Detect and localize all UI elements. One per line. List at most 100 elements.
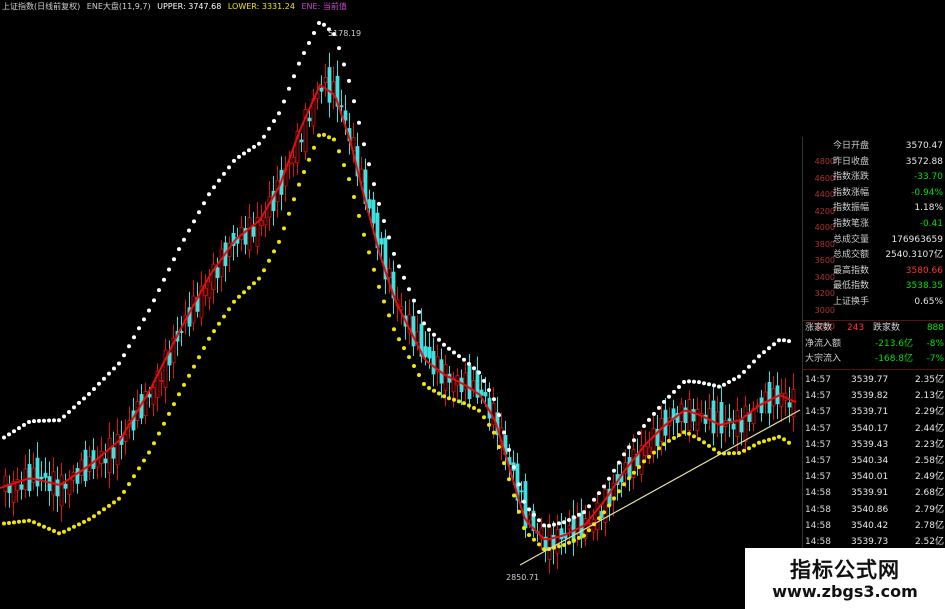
upper-band-dot bbox=[282, 99, 286, 104]
upper-band-dot bbox=[432, 332, 436, 337]
lower-band-dot bbox=[197, 355, 201, 360]
candle-body bbox=[35, 457, 40, 487]
quote-row: 指数涨跌 -33.70 bbox=[803, 170, 943, 185]
upper-band-dot bbox=[427, 327, 431, 332]
tick-time: 14:57 bbox=[805, 456, 831, 466]
up-count-value: 243 bbox=[847, 323, 865, 333]
lower-band-dot bbox=[107, 503, 111, 508]
lower-band-dot bbox=[97, 510, 101, 515]
upper-band-dot bbox=[212, 185, 216, 190]
upper-band-dot bbox=[592, 497, 596, 502]
upper-band-dot bbox=[2, 435, 6, 440]
upper-band-dot bbox=[572, 515, 576, 520]
lower-band-dot bbox=[417, 373, 421, 377]
candle-body bbox=[111, 447, 116, 459]
upper-band-dot bbox=[407, 287, 411, 292]
lower-band-dot bbox=[187, 373, 191, 378]
candle-body bbox=[519, 490, 524, 493]
up-count-label: 涨家数 bbox=[805, 323, 833, 333]
candle-body bbox=[431, 350, 436, 375]
upper-band-dot bbox=[627, 445, 631, 450]
upper-band-dot bbox=[472, 366, 476, 371]
candle-body bbox=[151, 387, 156, 405]
upper-band-dot bbox=[167, 267, 171, 272]
upper-band-dot bbox=[102, 376, 106, 381]
upper-band-dot bbox=[67, 410, 71, 414]
lower-band-dot bbox=[452, 397, 456, 402]
lower-band-dot bbox=[677, 433, 681, 438]
upper-band-dot bbox=[12, 429, 16, 434]
tick-time: 14:57 bbox=[805, 407, 831, 418]
lower-band-dot bbox=[282, 226, 286, 231]
candle-body bbox=[527, 514, 532, 521]
upper-band-dot bbox=[707, 382, 711, 387]
tick-time: 14:57 bbox=[805, 423, 831, 434]
lower-band-dot bbox=[602, 510, 606, 515]
lower-band-dot bbox=[177, 392, 181, 397]
quote-row: 今日开盘 3570.47 bbox=[803, 139, 943, 154]
lower-band-dot bbox=[762, 439, 766, 444]
lower-band-dot bbox=[757, 440, 761, 445]
tick-vol: 2.49亿 bbox=[914, 472, 944, 483]
upper-band-dot bbox=[622, 452, 626, 457]
lower-band-dot bbox=[217, 321, 221, 326]
candle-body bbox=[203, 287, 208, 296]
lower-band-dot bbox=[582, 533, 586, 538]
tick-vol: 2.23亿 bbox=[914, 439, 944, 450]
upper-band-dot bbox=[177, 247, 181, 252]
lower-band-dot bbox=[727, 451, 731, 456]
upper-band-dot bbox=[607, 476, 611, 481]
upper-band-dot bbox=[272, 119, 276, 123]
quote-row: 昨日收盘 3572.88 bbox=[803, 155, 943, 170]
upper-band-dot bbox=[117, 361, 121, 366]
upper-band-dot bbox=[37, 418, 41, 423]
candle-body bbox=[467, 365, 472, 400]
lower-band-dot bbox=[242, 290, 246, 295]
candle-body bbox=[27, 463, 32, 492]
upper-band-dot bbox=[507, 447, 511, 452]
upper-band-dot bbox=[32, 419, 36, 424]
upper-band-dot bbox=[662, 399, 666, 404]
lower-band-dot bbox=[632, 470, 636, 475]
tick-row: 14:57 3539.43 2.23亿 bbox=[803, 438, 945, 453]
lower-band-dot bbox=[497, 445, 501, 449]
upper-band-dot bbox=[57, 418, 61, 423]
candle-body bbox=[787, 402, 792, 408]
lower-band-dot bbox=[112, 500, 116, 505]
flow-value: -168.8亿 bbox=[875, 354, 914, 364]
upper-band-dot bbox=[667, 394, 671, 399]
upper-band-dot bbox=[307, 41, 311, 45]
lower-band-dot bbox=[402, 346, 406, 351]
upper-band-dot bbox=[532, 512, 536, 517]
kline-chart[interactable]: 5178.19 2850.71 bbox=[0, 0, 802, 609]
upper-band-dot bbox=[632, 438, 636, 443]
indicator-name[interactable]: ENE大盘(11,9,7) bbox=[87, 2, 151, 11]
upper-band-dot bbox=[372, 182, 376, 187]
lower-band-dot bbox=[437, 391, 441, 396]
candle-body bbox=[215, 267, 220, 279]
candle-body bbox=[471, 379, 476, 390]
lower-value: LOWER: 3331.24 bbox=[227, 2, 295, 11]
upper-band-dot bbox=[152, 298, 156, 303]
quote-row: 上证换手 0.65% bbox=[803, 295, 943, 310]
candle-body bbox=[219, 248, 224, 277]
upper-band-dot bbox=[492, 397, 496, 402]
advance-decline-row: 涨家数 243 跌家数 888 bbox=[803, 321, 945, 336]
quote-value: 1.18% bbox=[914, 203, 943, 214]
upper-band-dot bbox=[482, 378, 486, 383]
lower-band-dot bbox=[307, 157, 311, 162]
lower-band-dot bbox=[627, 476, 631, 481]
upper-band-dot bbox=[312, 31, 316, 35]
flow-label: 大宗流入 bbox=[805, 354, 842, 364]
lower-band-dot bbox=[382, 299, 386, 304]
lower-band-dot bbox=[712, 447, 716, 452]
upper-band-dot bbox=[502, 430, 506, 435]
candle-body bbox=[427, 346, 432, 359]
candle-body bbox=[559, 528, 564, 540]
lower-band-dot bbox=[467, 403, 471, 408]
candle-body bbox=[107, 437, 112, 474]
upper-band-dot bbox=[682, 380, 686, 384]
upper-band-dot bbox=[197, 210, 201, 215]
lower-band-dot bbox=[737, 451, 741, 455]
tick-time: 14:57 bbox=[805, 439, 831, 450]
